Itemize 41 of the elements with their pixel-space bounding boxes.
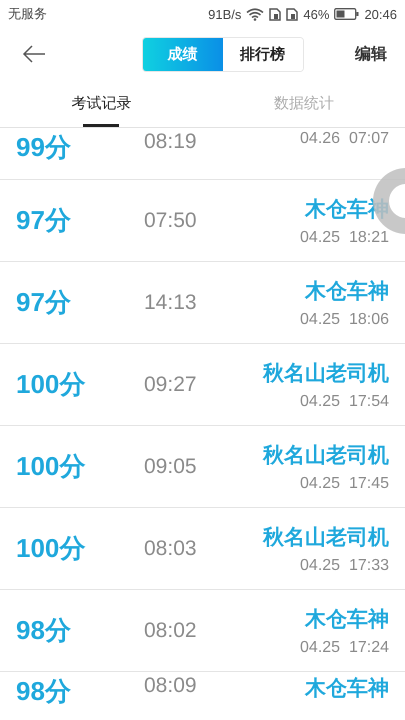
duration-text: 09:27 — [144, 372, 197, 396]
driver-name: 木仓车神 — [305, 675, 389, 702]
score-text: 98分 — [16, 675, 72, 708]
score-text: 100分 — [16, 532, 86, 565]
date-time: 04.25 17:33 — [300, 556, 389, 574]
score-text: 97分 — [16, 286, 72, 319]
duration-text: 07:50 — [144, 208, 197, 232]
sim-card-icon — [269, 8, 282, 20]
driver-name: 木仓车神 — [305, 278, 389, 304]
score-text: 99分 — [16, 131, 72, 164]
driver-name: 木仓车神 — [305, 606, 389, 632]
driver-name: 秋名山老司机 — [263, 360, 389, 386]
date-time: 04.25 17:24 — [300, 638, 389, 656]
network-speed: 91B/s — [208, 6, 242, 22]
tab[interactable]: 考试记录 — [0, 80, 202, 127]
duration-text: 08:09 — [144, 674, 197, 698]
edit-button[interactable]: 编辑 — [355, 44, 387, 64]
battery-icon — [334, 8, 360, 20]
duration-text: 08:02 — [144, 618, 197, 642]
date-time: 04.25 18:21 — [300, 228, 389, 246]
driver-name: 秋名山老司机 — [263, 442, 389, 468]
battery-percent: 46% — [303, 6, 330, 22]
date-time: 04.25 17:54 — [300, 392, 389, 410]
score-text: 100分 — [16, 368, 86, 401]
driver-name: 秋名山老司机 — [263, 524, 389, 550]
back-arrow-icon[interactable] — [22, 45, 46, 63]
date-time: 04.25 18:06 — [300, 310, 389, 328]
duration-text: 08:03 — [144, 536, 197, 560]
duration-text: 14:13 — [144, 290, 197, 314]
sim-card-icon — [286, 8, 298, 20]
date-time: 04.25 17:45 — [300, 474, 389, 492]
score-text: 97分 — [16, 204, 72, 237]
clock-time: 20:46 — [364, 6, 397, 22]
date-time: 04.26 07:07 — [300, 130, 389, 148]
duration-text: 09:05 — [144, 454, 197, 478]
score-text: 98分 — [16, 614, 72, 647]
score-text: 100分 — [16, 450, 86, 483]
duration-text: 08:19 — [144, 130, 197, 154]
wifi-icon — [246, 8, 264, 20]
driver-name: 木仓车神 — [305, 196, 389, 222]
carrier-text: 无服务 — [8, 5, 47, 23]
